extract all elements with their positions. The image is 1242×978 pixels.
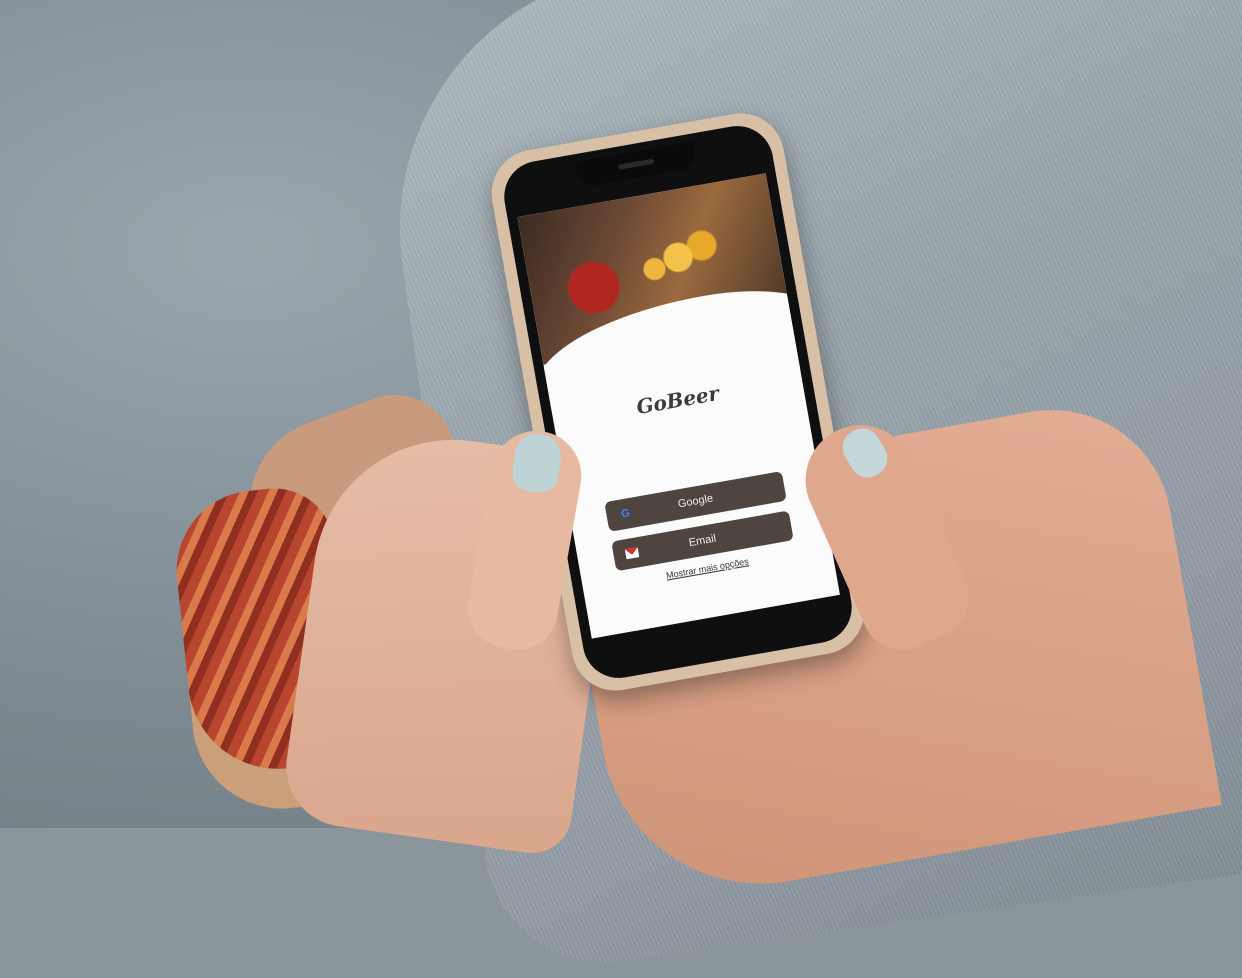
speaker-grille xyxy=(617,158,655,170)
photo-scene: GoBeer G Google Email Mostrar mais opçõe… xyxy=(0,0,1242,978)
email-login-label: Email xyxy=(687,532,718,550)
google-icon: G xyxy=(620,507,631,521)
mail-icon xyxy=(624,547,640,560)
app-screen: GoBeer G Google Email Mostrar mais opçõe… xyxy=(517,173,840,639)
google-login-label: Google xyxy=(677,492,715,511)
phone-notch xyxy=(574,141,698,188)
